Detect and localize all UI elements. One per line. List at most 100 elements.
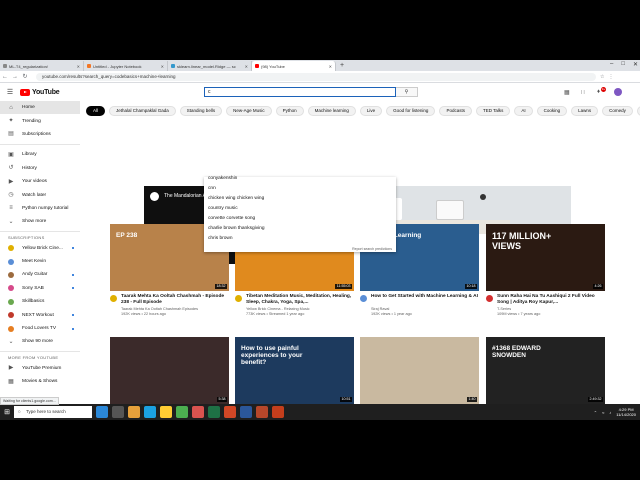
sidebar-item[interactable]: ◷ Watch later [0,188,80,201]
browser-tab[interactable]: (98) YouTube ✕ [252,61,336,71]
report-predictions-link[interactable]: Report search predictions [352,247,392,251]
sidebar-item[interactable]: NEXT Workout [0,308,80,321]
sidebar-item[interactable]: ▶ Your videos [0,175,80,188]
sidebar-item[interactable]: ⌄ Show 90 more [0,335,80,348]
sidebar-item[interactable]: ⌂ Home [0,101,80,115]
filter-chip[interactable]: Lawns [571,106,599,116]
browser-tab[interactable]: Untitled - Jupyter Notebook ✕ [84,61,168,71]
channel-avatar[interactable] [110,295,117,302]
taskbar-app-icon[interactable] [256,406,268,418]
taskbar-app-icon[interactable] [144,406,156,418]
forward-icon[interactable]: → [10,74,20,80]
sidebar-item[interactable]: Food Lovers TV [0,322,80,335]
channel-avatar[interactable] [235,295,242,302]
filter-chip[interactable]: Python [275,106,304,116]
sidebar-item[interactable]: Skillbasics [0,295,80,308]
tab-close-icon[interactable]: ✕ [161,64,164,69]
sidebar-item[interactable]: ▤ Subscriptions [0,128,80,141]
video-thumbnail[interactable]: #1368 EDWARD SNOWDEN 2:49:32 [486,337,605,404]
filter-chip[interactable]: All [86,106,106,116]
clock[interactable]: 4:29 PM 11/14/2020 [616,407,636,417]
maximize-icon[interactable]: □ [621,61,625,68]
video-thumbnail[interactable]: 117 MILLION+ VIEWS 4:26 [486,224,605,291]
menu-icon[interactable]: ⋮ [608,74,613,80]
sidebar-item[interactable]: ≡ Python numpy tutorial [0,202,80,215]
taskbar-app-icon[interactable] [224,406,236,418]
video-title[interactable]: How to Get Started with Machine Learning… [371,294,479,300]
video-thumbnail[interactable]: How to use painful experiences to your b… [235,337,354,404]
video-title[interactable]: Taarak Mehta Ka Ooltah Chashmah - Episod… [121,294,229,306]
sidebar-item[interactable]: ⌄ Show more [0,215,80,228]
filter-chip[interactable]: Standing bells [179,106,223,116]
sidebar-item[interactable]: ▶ YouTube Premium [0,362,80,375]
chevron-up-icon[interactable]: ⌃ [594,410,597,415]
hamburger-icon[interactable]: ☰ [0,88,20,96]
filter-chip[interactable]: Jethalal Champaklal Gada [109,106,176,116]
filter-chip[interactable]: New-Age Music [226,106,272,116]
sidebar-item[interactable]: Yellow Brick Cine... [0,242,80,255]
sidebar-item[interactable]: ✦ Trending [0,114,80,127]
taskbar-app-icon[interactable] [176,406,188,418]
taskbar-app-icon[interactable] [192,406,204,418]
search-suggestion[interactable]: charlie brown thanksgiving [204,224,396,234]
search-suggestion[interactable]: cnn [204,184,396,194]
sidebar-item[interactable]: Andy Guitar [0,268,80,281]
apps-icon[interactable]: ∷ [581,89,585,96]
filter-chip[interactable]: Podcasts [439,106,472,116]
search-suggestion[interactable]: chicken wing chicken wing [204,194,396,204]
search-input[interactable]: c [204,87,396,97]
taskbar-search[interactable]: Type here to search [14,406,92,418]
taskbar-app-icon[interactable] [160,406,172,418]
browser-tab[interactable]: sklearn.linear_model.Ridge — sc ✕ [168,61,252,71]
sidebar-item[interactable]: Sony SAB [0,282,80,295]
taskbar-app-icon[interactable] [208,406,220,418]
filter-chip[interactable]: Cooking [536,106,568,116]
search-suggestion[interactable]: chris brown [204,234,396,244]
tab-favicon-icon [3,64,7,68]
wifi-icon[interactable]: ≈ [602,410,604,415]
url-field[interactable]: youtube.com/results?search_query=codebas… [36,72,596,81]
video-title[interactable]: Sunn Raha Hai Na Tu Aashiqui 2 Full Vide… [497,294,605,306]
minimize-icon[interactable]: – [610,61,613,68]
sidebar-item[interactable]: ↺ History [0,162,80,175]
new-tab-button[interactable]: + [336,61,348,71]
star-icon[interactable]: ☆ [600,74,604,80]
search-suggestion[interactable]: corvette corvette song [204,214,396,224]
sidebar-item[interactable]: ▦ Movies & Shows [0,375,80,388]
back-icon[interactable]: ← [0,74,10,80]
sidebar-item[interactable]: ▣ Library [0,148,80,161]
filter-chip[interactable]: Live [359,106,383,116]
taskbar-app-icon[interactable] [96,406,108,418]
filter-chip[interactable]: Machine learning [307,106,356,116]
volume-icon[interactable]: ♪ [609,410,611,415]
sidebar-item[interactable]: Meet Kevin [0,255,80,268]
youtube-play-icon [20,88,30,96]
tab-close-icon[interactable]: ✕ [329,64,332,69]
create-video-icon[interactable]: ▦ [564,89,570,96]
youtube-logo[interactable]: YouTube [20,88,60,96]
filter-chip[interactable]: TED Talks [475,106,511,116]
video-title[interactable]: Tibetan Meditation Music, Meditation, He… [246,294,354,306]
tab-close-icon[interactable]: ✕ [77,64,80,69]
bell-icon[interactable]: ♦ [597,89,600,95]
avatar[interactable] [614,88,622,96]
filter-chip[interactable]: Good for listening [386,106,436,116]
taskbar-app-icon[interactable] [272,406,284,418]
search-suggestion[interactable]: conyakenshin [204,176,396,184]
taskbar-app-icon[interactable] [112,406,124,418]
windows-start-icon[interactable]: ⊞ [0,408,14,416]
channel-avatar[interactable] [486,295,493,302]
taskbar-app-icon[interactable] [240,406,252,418]
taskbar-app-icon[interactable] [128,406,140,418]
search-button[interactable]: ⚲ [396,87,418,97]
close-icon[interactable]: ✕ [633,61,638,68]
filter-chip[interactable]: AI [514,106,533,116]
browser-tab[interactable]: ML-T4_regularization/ ✕ [0,61,84,71]
video-thumbnail[interactable]: 5:38 [110,337,229,404]
reload-icon[interactable]: ↻ [20,73,30,80]
channel-avatar[interactable] [360,295,367,302]
video-thumbnail[interactable]: 1:40 [360,337,479,404]
filter-chip[interactable]: Comedy [602,106,633,116]
search-suggestion[interactable]: country music [204,204,396,214]
tab-close-icon[interactable]: ✕ [245,64,248,69]
